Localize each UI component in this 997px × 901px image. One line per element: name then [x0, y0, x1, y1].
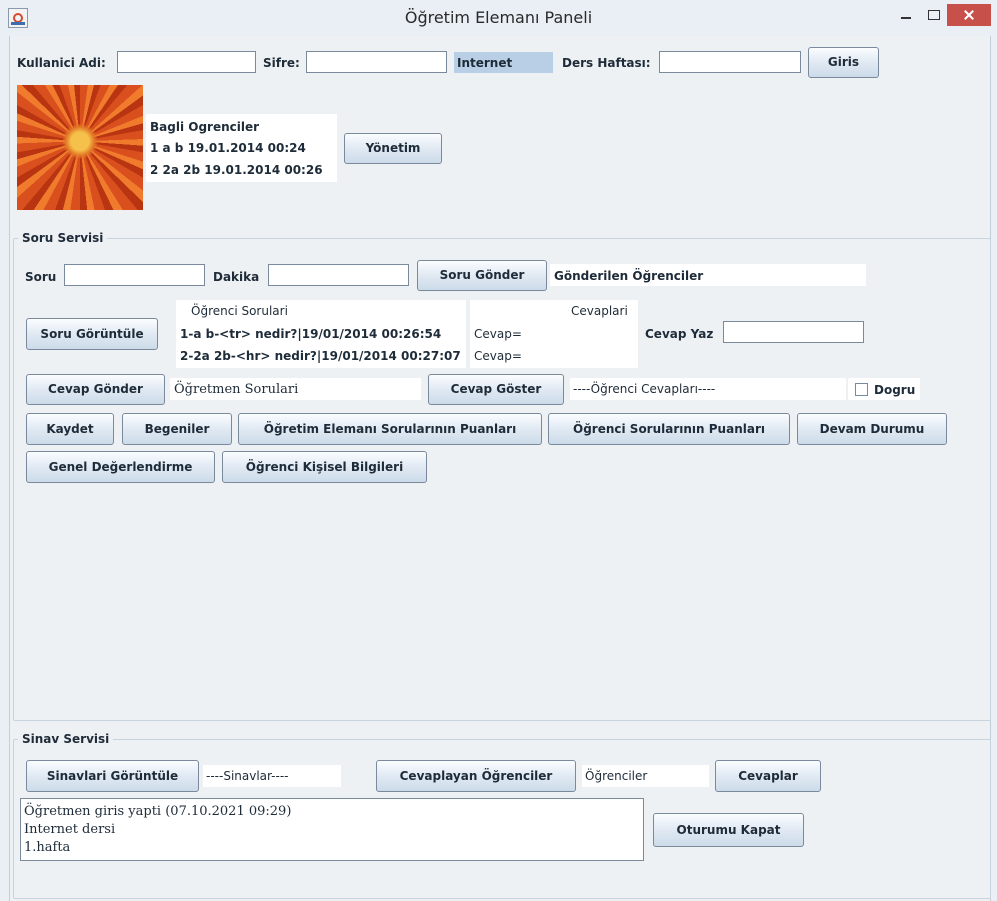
connected-student-item: 2 2a 2b 19.01.2014 00:26	[150, 163, 323, 177]
window-frame-right	[991, 36, 997, 901]
answered-students-button[interactable]: Cevaplayan Öğrenciler	[376, 760, 576, 792]
question-service-legend: Soru Servisi	[18, 231, 108, 245]
minute-input[interactable]	[268, 264, 409, 286]
window-title: Öğretim Elemanı Paneli	[404, 8, 593, 27]
answers-button[interactable]: Cevaplar	[715, 760, 821, 792]
send-answer-button[interactable]: Cevap Gönder	[26, 374, 165, 405]
answers-title: Cevaplari	[571, 304, 628, 318]
connected-student-item: 1 a b 19.01.2014 00:24	[150, 141, 306, 155]
minimize-icon[interactable]	[893, 4, 919, 26]
avatar	[17, 85, 143, 210]
log-line: Internet dersi	[24, 822, 116, 837]
correct-checkbox[interactable]	[855, 383, 868, 396]
show-answer-button[interactable]: Cevap Göster	[428, 374, 564, 405]
student-answers-select[interactable]: ----Öğrenci Cevapları----	[570, 378, 846, 400]
view-question-button[interactable]: Soru Görüntüle	[26, 318, 158, 350]
minute-label: Dakika	[213, 270, 260, 284]
question-input[interactable]	[64, 264, 205, 286]
answer-item: Cevap=	[474, 349, 522, 363]
exam-service-legend: Sinav Servisi	[18, 732, 114, 746]
manage-button[interactable]: Yönetim	[344, 133, 442, 164]
close-icon[interactable]	[947, 4, 991, 26]
save-button[interactable]: Kaydet	[26, 413, 114, 445]
question-label: Soru	[25, 270, 57, 284]
send-question-button[interactable]: Soru Gönder	[417, 260, 547, 291]
teacher-questions-select[interactable]: Öğretmen Sorulari	[170, 378, 421, 400]
student-questions-title: Öğrenci Sorulari	[191, 304, 288, 318]
connected-students-title: Bagli Ogrenciler	[150, 120, 260, 134]
write-answer-input[interactable]	[723, 321, 864, 343]
correct-label: Dogru	[874, 383, 916, 397]
week-input[interactable]	[659, 51, 801, 73]
log-line: 1.hafta	[24, 840, 71, 855]
username-label: Kullanici Adi:	[17, 56, 106, 70]
sent-students-box: Gönderilen Öğrenciler	[550, 264, 866, 286]
general-evaluation-button[interactable]: Genel Değerlendirme	[26, 451, 215, 483]
log-line: Öğretmen giris yapti (07.10.2021 09:29)	[24, 804, 292, 819]
maximize-icon[interactable]	[920, 4, 946, 26]
write-answer-label: Cevap Yaz	[645, 327, 714, 341]
view-exams-button[interactable]: Sinavlari Görüntüle	[26, 760, 199, 792]
student-question-item: 1-a b-<tr> nedir?|19/01/2014 00:26:54	[180, 327, 442, 341]
course-label: Internet	[454, 52, 553, 73]
personal-info-button[interactable]: Öğrenci Kişisel Bilgileri	[222, 451, 427, 483]
week-label: Ders Haftası:	[562, 56, 651, 70]
login-button[interactable]: Giris	[808, 47, 879, 78]
student-scores-button[interactable]: Öğrenci Sorularının Puanları	[548, 413, 790, 445]
username-input[interactable]	[117, 51, 256, 73]
window-frame-left	[0, 36, 9, 901]
password-label: Sifre:	[263, 56, 300, 70]
logout-button[interactable]: Oturumu Kapat	[653, 813, 804, 847]
attendance-button[interactable]: Devam Durumu	[797, 413, 947, 445]
password-input[interactable]	[306, 51, 447, 73]
likes-button[interactable]: Begeniler	[122, 413, 232, 445]
exams-select[interactable]: ----Sinavlar----	[203, 765, 341, 787]
student-question-item: 2-2a 2b-<hr> nedir?|19/01/2014 00:27:07	[180, 349, 461, 363]
students-select[interactable]: Öğrenciler	[582, 765, 709, 787]
answer-item: Cevap=	[474, 327, 522, 341]
instructor-scores-button[interactable]: Öğretim Elemanı Sorularının Puanları	[238, 413, 542, 445]
